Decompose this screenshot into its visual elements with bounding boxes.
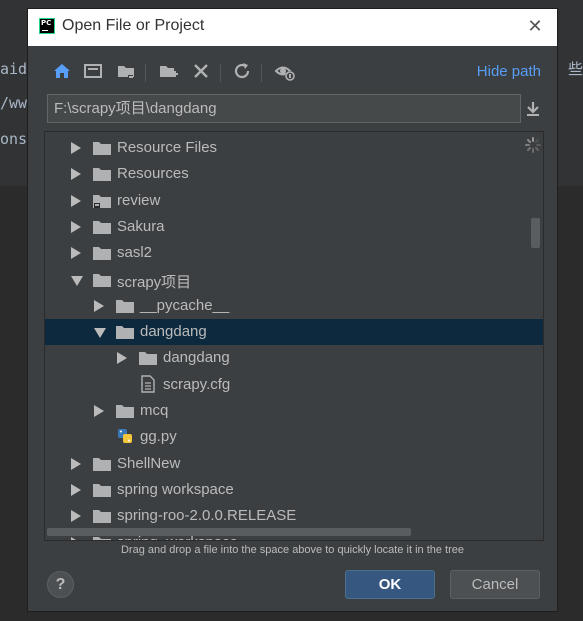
tree-row-label: gg.py — [140, 428, 177, 446]
file-icon — [139, 374, 157, 393]
tree-row-label: dangdang — [140, 323, 207, 341]
tree-row[interactable]: ShellNew — [45, 451, 543, 477]
drag-drop-hint: Drag and drop a file into the space abov… — [120, 544, 465, 556]
hide-path-link[interactable]: Hide path — [477, 63, 541, 80]
project-folder-icon — [93, 194, 111, 208]
collapsed-arrow-icon[interactable] — [71, 142, 81, 154]
cancel-button[interactable]: Cancel — [450, 570, 540, 599]
collapsed-arrow-icon[interactable] — [71, 483, 81, 496]
tree-row[interactable]: gg.py — [45, 424, 543, 450]
toolbar-separator — [261, 64, 262, 82]
python-file-icon — [116, 427, 134, 444]
folder-icon — [93, 273, 111, 287]
editor-right-fragment: 些 — [567, 60, 583, 78]
tree-row[interactable]: __pycache__ — [45, 293, 543, 319]
folder-icon — [93, 457, 111, 471]
tree-row[interactable]: dangdang — [45, 345, 543, 371]
tree-row[interactable]: dangdang — [45, 319, 543, 346]
tree-row-label: scrapy项目 — [117, 273, 192, 291]
tree-row-label: scrapy.cfg — [163, 375, 231, 393]
pycharm-icon: PC — [39, 18, 55, 34]
tree-row[interactable]: mcq — [45, 398, 543, 424]
folder-icon — [93, 483, 111, 497]
expanded-arrow-icon[interactable] — [94, 328, 106, 339]
tree-row-label: Sakura — [117, 217, 165, 235]
folder-icon — [116, 404, 134, 418]
tree-row[interactable]: spring workspace — [45, 477, 543, 503]
open-file-dialog: PC Open File or Project ✕ Hide path F:\s… — [27, 8, 558, 612]
tree-row[interactable]: Sakura — [45, 214, 543, 240]
new-folder-icon[interactable] — [158, 61, 180, 83]
toolbar-separator — [220, 64, 221, 82]
toolbar-separator — [145, 64, 146, 82]
desktop-icon[interactable] — [83, 61, 105, 83]
collapsed-arrow-icon[interactable] — [71, 510, 81, 523]
home-icon[interactable] — [52, 61, 74, 83]
refresh-icon[interactable] — [232, 61, 254, 83]
tree-row[interactable]: Resource Files — [45, 135, 543, 161]
collapsed-arrow-icon[interactable] — [94, 299, 104, 312]
editor-code-fragment-3: ons — [0, 130, 28, 148]
folder-icon — [93, 141, 111, 155]
tree-row-label: review — [117, 191, 161, 209]
dialog-title: Open File or Project — [62, 17, 205, 34]
editor-code-fragment-1: aid — [0, 60, 28, 78]
folder-icon — [93, 220, 111, 234]
folder-icon — [93, 167, 111, 182]
horizontal-scrollbar[interactable] — [47, 528, 411, 536]
help-button[interactable]: ? — [47, 571, 74, 598]
tree-row-label: spring-roo-2.0.0.RELEASE — [117, 507, 297, 525]
collapsed-arrow-icon[interactable] — [71, 457, 81, 470]
tree-row-label: spring workspace — [117, 480, 234, 498]
folder-icon — [116, 325, 134, 340]
loading-spinner-icon — [525, 137, 541, 153]
tree-row-label: __pycache__ — [140, 296, 230, 314]
tree-row-label: mcq — [140, 402, 169, 419]
collapsed-arrow-icon[interactable] — [117, 352, 127, 365]
dialog-titlebar: PC Open File or Project ✕ — [28, 9, 557, 46]
delete-icon[interactable] — [191, 61, 213, 83]
folder-icon — [93, 246, 111, 261]
tree-row[interactable]: scrapy项目 — [45, 267, 543, 293]
folder-icon — [93, 509, 111, 524]
collapsed-arrow-icon[interactable] — [71, 536, 81, 540]
collapsed-arrow-icon[interactable] — [71, 194, 81, 207]
expanded-arrow-icon[interactable] — [71, 275, 83, 286]
project-folder-icon[interactable] — [116, 61, 138, 83]
folder-icon — [116, 299, 134, 313]
folder-icon — [93, 536, 111, 540]
collapsed-arrow-icon[interactable] — [71, 220, 81, 233]
collapsed-arrow-icon[interactable] — [71, 247, 81, 260]
path-field[interactable]: F:\scrapy项目\dangdang — [47, 94, 521, 123]
collapsed-arrow-icon[interactable] — [71, 168, 81, 181]
tree-row-label: sasl2 — [117, 244, 153, 262]
show-hidden-icon[interactable] — [274, 61, 296, 83]
toolbar: Hide path — [28, 61, 557, 87]
close-icon[interactable]: ✕ — [525, 17, 545, 37]
ok-button[interactable]: OK — [345, 570, 435, 599]
vertical-scrollbar[interactable] — [531, 218, 540, 248]
editor-code-fragment-2: /ww — [0, 94, 28, 112]
tree-row[interactable]: scrapy.cfg — [45, 372, 543, 398]
collapsed-arrow-icon[interactable] — [94, 405, 104, 417]
tree-row-label: ShellNew — [117, 454, 181, 472]
download-icon[interactable] — [523, 99, 543, 119]
tree-row-label: Resource Files — [117, 139, 218, 156]
tree-row-label: dangdang — [163, 349, 230, 367]
tree-row[interactable]: spring-roo-2.0.0.RELEASE — [45, 503, 543, 529]
tree-row-label: Resources — [117, 165, 189, 183]
tree-row[interactable]: review — [45, 188, 543, 214]
tree-row[interactable]: Resources — [45, 161, 543, 187]
file-tree[interactable]: spring_workspacespring-roo-2.0.0.RELEASE… — [44, 131, 544, 541]
tree-row[interactable]: sasl2 — [45, 240, 543, 266]
folder-icon — [139, 351, 157, 366]
